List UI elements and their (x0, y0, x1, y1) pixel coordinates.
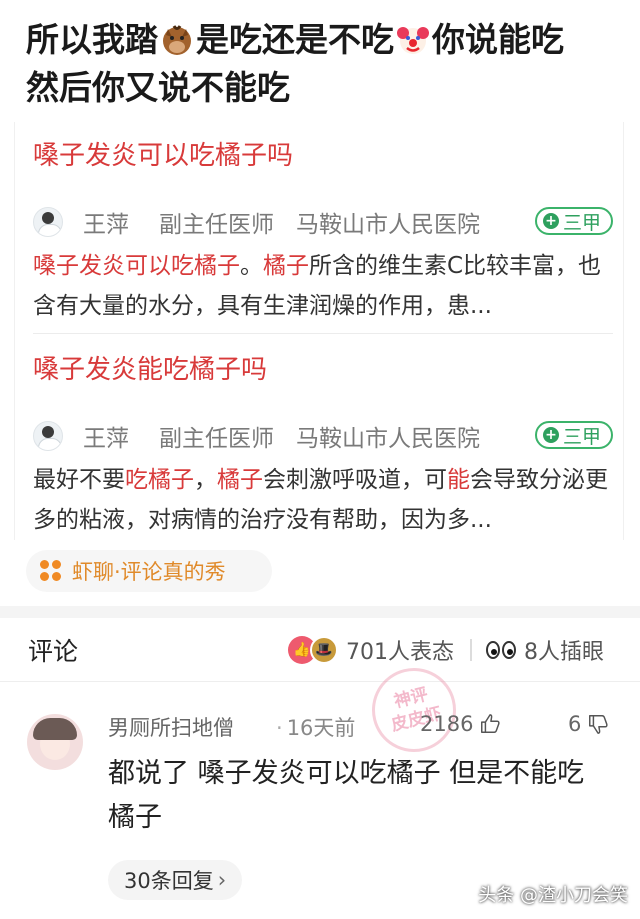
result-snippet: 最好不要吃橘子，橘子会刺激呼吸道，可能会导致分泌更多的粘液，对病情的治疗没有帮助… (33, 460, 613, 540)
comment-text: 都说了 嗓子发炎可以吃橘子 但是不能吃橘子 (108, 758, 585, 833)
snippet-text: 。 (240, 253, 263, 279)
source-chip[interactable]: 虾聊·评论真的秀 (26, 550, 272, 592)
snippet-highlight: 橘子 (263, 253, 309, 279)
reactions-summary[interactable]: 👍 🎩 701人表态 8人插眼 (288, 634, 604, 666)
eyes-count[interactable]: 8人插眼 (524, 634, 604, 666)
search-result-2[interactable]: 嗓子发炎能吃橘子吗 王萍 副主任医师 马鞍山市人民医院 + 三甲 最好不要吃橘子… (33, 352, 613, 552)
doctor-name: 王萍 (83, 426, 129, 452)
like-count: 2186 (420, 712, 474, 736)
doctor-title: 副主任医师 (159, 212, 274, 238)
badge-label: 三甲 (562, 211, 601, 234)
doctor-row: 王萍 副主任医师 马鞍山市人民医院 + 三甲 (33, 204, 613, 240)
section-divider (0, 606, 640, 618)
four-dots-icon (40, 560, 62, 582)
comments-title: 评论 (28, 637, 79, 666)
title-text-1: 所以我踏 (26, 20, 158, 59)
snippet-highlight: 吃橘子 (125, 467, 194, 493)
snippet-highlight: 能 (447, 467, 470, 493)
replies-count: 30条回复 (124, 869, 214, 893)
plus-icon: + (542, 213, 559, 229)
clown-emoji-icon (397, 27, 429, 54)
post-title: 所以我踏 是吃还是不吃 你说能吃 然后你又说不能吃 (26, 16, 626, 112)
plus-icon: + (542, 427, 559, 443)
chevron-right-icon: › (217, 868, 227, 892)
hospital-name: 马鞍山市人民医院 (296, 212, 480, 238)
title-line-2: 然后你又说不能吃 (26, 68, 290, 107)
doctor-avatar (33, 421, 63, 451)
doctor-name: 王萍 (83, 212, 129, 238)
avatar[interactable] (27, 714, 83, 770)
doctor-title: 副主任医师 (159, 426, 274, 452)
doctor-row: 王萍 副主任医师 马鞍山市人民医院 + 三甲 (33, 418, 613, 454)
snippet-text: ， (194, 467, 217, 493)
separator (470, 639, 472, 661)
snippet-highlight: 嗓子发炎可以吃橘子 (33, 253, 240, 279)
horse-emoji-icon (163, 25, 191, 55)
result-divider (33, 333, 613, 334)
search-results-card: 嗓子发炎可以吃橘子吗 王萍 副主任医师 马鞍山市人民医院 + 三甲 嗓子发炎可以… (14, 122, 624, 540)
result-title[interactable]: 嗓子发炎能吃橘子吗 (33, 352, 613, 388)
search-result-1[interactable]: 嗓子发炎可以吃橘子吗 王萍 副主任医师 马鞍山市人民医院 + 三甲 嗓子发炎可以… (33, 138, 613, 338)
hospital-grade-badge: + 三甲 (534, 421, 613, 449)
comments-header: 评论 👍 🎩 701人表态 8人插眼 (0, 620, 640, 682)
thumbs-up-icon (481, 714, 501, 733)
badge-label: 三甲 (562, 425, 601, 448)
dislike-count: 6 (568, 712, 582, 736)
thumbs-down-icon (589, 715, 608, 734)
result-title[interactable]: 嗓子发炎可以吃橘子吗 (33, 138, 613, 174)
reactions-count: 701人表态 (346, 640, 454, 665)
hospital-name: 马鞍山市人民医院 (296, 426, 480, 452)
title-text-2: 是吃还是不吃 (196, 20, 394, 59)
source-chip-label: 虾聊·评论真的秀 (72, 560, 226, 584)
watermark: 头条 @渣小刀会笑 (478, 885, 628, 906)
result-snippet: 嗓子发炎可以吃橘子。橘子所含的维生素C比较丰富，也含有大量的水分，具有生津润燥的… (33, 246, 613, 326)
doctor-avatar (33, 207, 63, 237)
view-replies-button[interactable]: 30条回复 › (108, 860, 243, 900)
comment-username[interactable]: 男厕所扫地僧 (108, 712, 234, 742)
snippet-text: 会刺激呼吸道，可 (263, 467, 447, 493)
title-text-3: 你说能吃 (432, 20, 564, 59)
comment-time: 16天前 (276, 712, 356, 742)
snippet-highlight: 橘子 (217, 467, 263, 493)
dislike-button[interactable]: 6 (568, 712, 609, 736)
snippet-text: 最好不要 (33, 467, 125, 493)
hospital-grade-badge: + 三甲 (534, 207, 613, 235)
like-button[interactable]: 2186 (420, 712, 501, 736)
eyes-icon (486, 639, 518, 661)
hat-reaction-icon: 🎩 (310, 636, 338, 664)
